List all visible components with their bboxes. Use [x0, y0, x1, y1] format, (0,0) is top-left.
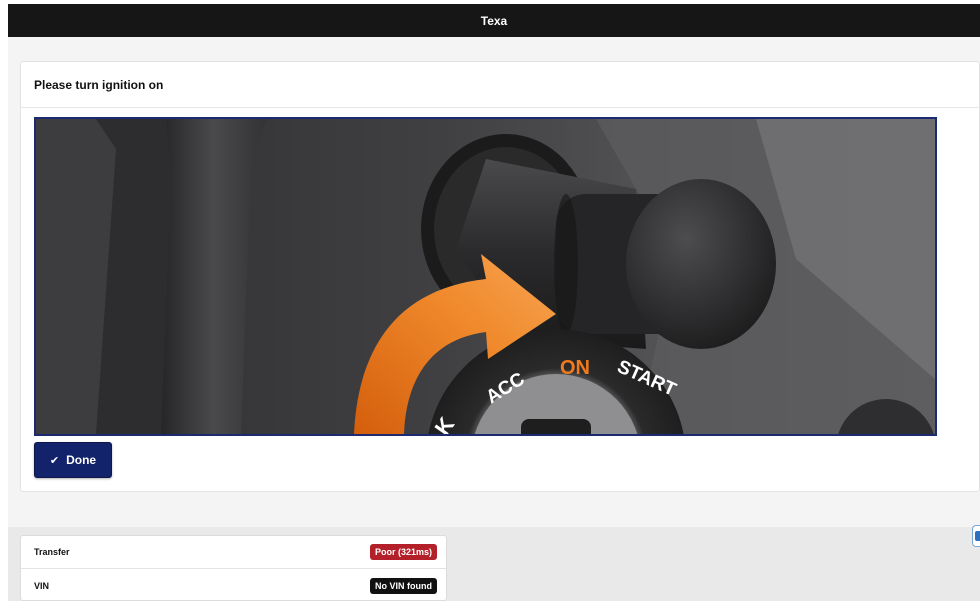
window-title: Texa [480, 13, 508, 28]
vin-label: VIN [34, 580, 50, 591]
on-label: ON [560, 357, 590, 379]
app-window: Texa Please turn ignition on K ACC ON ST… [0, 0, 980, 601]
check-icon: ✔ [49, 454, 60, 467]
vin-badge: No VIN found [370, 577, 437, 594]
side-panel-toggle[interactable] [972, 525, 980, 547]
status-panel: Transfer Poor (321ms) VIN No VIN found [20, 535, 447, 601]
dialog-header: Please turn ignition on [21, 62, 979, 108]
ignition-dialog: Please turn ignition on K ACC ON START ✔… [20, 61, 980, 492]
transfer-badge: Poor (321ms) [369, 544, 437, 560]
transfer-label: Transfer [34, 547, 70, 557]
done-label: Done [66, 453, 97, 467]
left-gutter [0, 0, 8, 601]
ignition-key-image: K ACC ON START [36, 119, 935, 434]
status-row-transfer: Transfer Poor (321ms) [21, 536, 446, 569]
instruction-text: Please turn ignition on [34, 77, 164, 92]
status-row-vin: VIN No VIN found [21, 569, 446, 601]
ignition-illustration: K ACC ON START [34, 117, 937, 436]
done-button[interactable]: ✔ Done [34, 442, 112, 478]
title-bar: Texa [8, 4, 980, 37]
